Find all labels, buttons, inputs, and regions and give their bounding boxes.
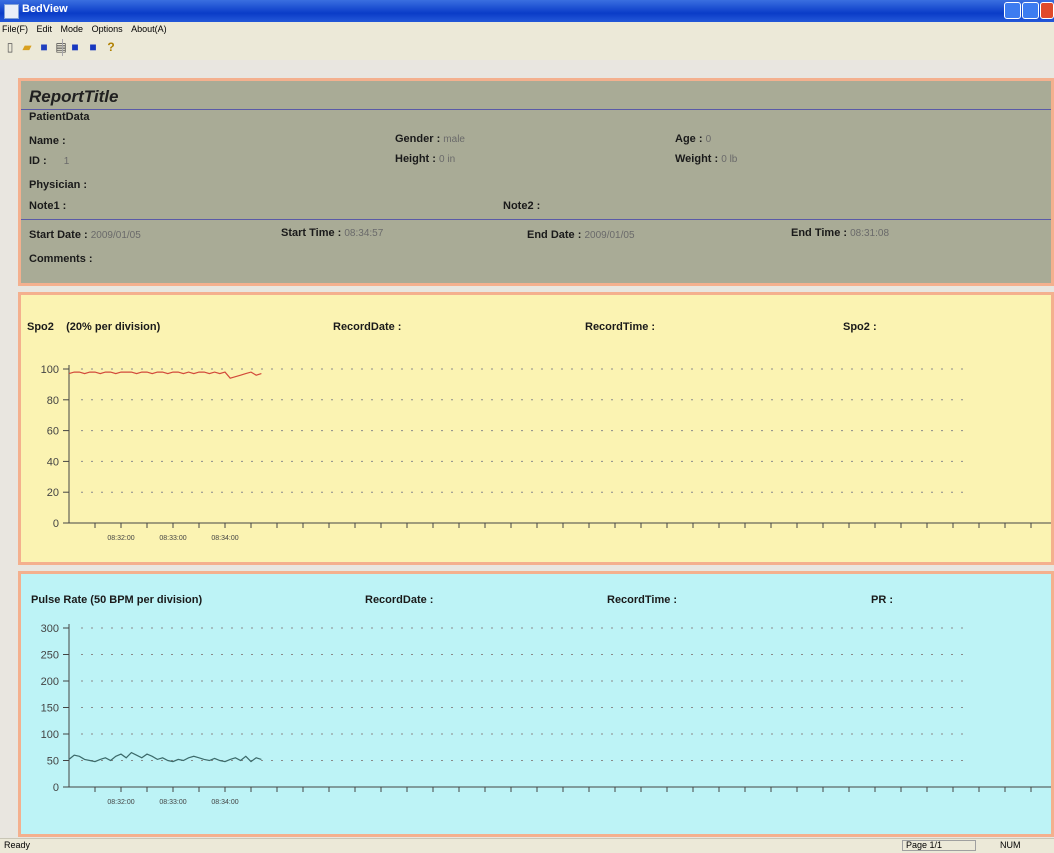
spo2-series-line xyxy=(68,371,262,379)
maximize-button[interactable] xyxy=(1022,2,1039,19)
pr-y-tick-label: 200 xyxy=(41,676,59,688)
print-icon[interactable]: ▤ xyxy=(54,40,68,54)
pr-x-tick-label: 08:33:00 xyxy=(159,799,186,806)
pr-y-tick-label: 250 xyxy=(41,650,59,662)
age-label: Age : 0 xyxy=(675,133,712,145)
comments-label: Comments : xyxy=(29,253,93,265)
start-date-value: 2009/01/05 xyxy=(90,230,141,241)
physician-label: Physician : xyxy=(29,179,88,191)
spo2-chart: 0 20 40 60 80 100 08:32:00 08:33:00 08:34:00 xyxy=(41,364,1051,542)
report-title: ReportTitle xyxy=(29,87,119,106)
pr-y-tick-label: 150 xyxy=(41,703,59,715)
id-label: ID : 1 xyxy=(29,155,70,167)
status-bar: Ready Page 1/1 NUM xyxy=(0,838,1054,853)
app-icon xyxy=(4,4,19,19)
title-divider xyxy=(21,109,1051,110)
menu-file[interactable]: File(F) xyxy=(2,24,28,34)
pr-x-tick-label: 08:34:00 xyxy=(211,799,238,806)
start-time-value: 08:34:57 xyxy=(344,228,384,239)
spo2-y-tick-label: 60 xyxy=(47,426,59,438)
status-text: Ready xyxy=(4,840,31,850)
spo2-y-tick-label: 80 xyxy=(47,395,59,407)
spo2-panel: Spo2 (20% per division) RecordDate : Rec… xyxy=(18,292,1054,565)
toolbar: ▯ ▰ ■ ▤ ■ ■ ? xyxy=(0,36,1054,61)
pr-y-tick-label: 300 xyxy=(41,623,59,635)
patient-data-panel: ReportTitle PatientData Name : Gender : … xyxy=(18,78,1054,286)
dates-divider xyxy=(21,219,1051,220)
patient-data-heading: PatientData xyxy=(29,111,90,123)
id-value: 1 xyxy=(63,156,70,167)
end-date-label: End Date : 2009/01/05 xyxy=(527,229,635,241)
menu-edit[interactable]: Edit xyxy=(37,24,53,34)
weight-label: Weight : 0 lb xyxy=(675,153,738,165)
menu-about[interactable]: About(A) xyxy=(131,24,167,34)
start-time-label: Start Time : 08:34:57 xyxy=(281,227,384,239)
spo2-x-tick-label: 08:34:00 xyxy=(211,535,238,542)
minimize-button[interactable] xyxy=(1004,2,1021,19)
save-icon[interactable]: ■ xyxy=(37,40,51,54)
spo2-y-tick-label: 20 xyxy=(47,487,59,499)
status-page: Page 1/1 xyxy=(902,840,976,851)
spo2-y-tick-label: 0 xyxy=(53,518,59,530)
end-time-label: End Time : 08:31:08 xyxy=(791,227,890,239)
menu-bar: File(F) Edit Mode Options About(A) xyxy=(0,22,1054,36)
pr-y-tick-label: 50 xyxy=(47,756,59,768)
title-bar: BedView xyxy=(0,0,1054,22)
close-button[interactable] xyxy=(1040,2,1054,19)
help-icon[interactable]: ? xyxy=(104,40,118,54)
record-icon[interactable]: ■ xyxy=(68,40,82,54)
spo2-y-tick-label: 100 xyxy=(41,364,59,376)
spo2-x-tick-label: 08:32:00 xyxy=(107,535,134,542)
end-date-value: 2009/01/05 xyxy=(584,230,635,241)
start-date-label: Start Date : 2009/01/05 xyxy=(29,229,141,241)
gender-label: Gender : male xyxy=(395,133,465,145)
pr-y-tick-label: 100 xyxy=(41,729,59,741)
spo2-y-tick-label: 40 xyxy=(47,456,59,468)
height-label: Height : 0 in xyxy=(395,153,456,165)
note1-label: Note1 : xyxy=(29,200,67,212)
toolbar-separator xyxy=(62,39,63,56)
window-title: BedView xyxy=(22,3,68,15)
end-time-value: 08:31:08 xyxy=(850,228,890,239)
pr-y-tick-label: 0 xyxy=(53,782,59,794)
height-value: 0 in xyxy=(439,154,456,165)
pulse-rate-chart: 0 50 100 150 200 250 300 08:32:00 08:33:00 08:34:… xyxy=(41,623,1051,806)
open-icon[interactable]: ▰ xyxy=(20,40,34,54)
menu-options[interactable]: Options xyxy=(92,24,123,34)
note2-label: Note2 : xyxy=(503,200,541,212)
name-label: Name : xyxy=(29,135,66,147)
stop-icon[interactable]: ■ xyxy=(86,40,100,54)
spo2-x-tick-label: 08:33:00 xyxy=(159,535,186,542)
age-value: 0 xyxy=(705,134,712,145)
pr-x-tick-label: 08:32:00 xyxy=(107,799,134,806)
gender-value: male xyxy=(443,134,465,145)
pulse-rate-panel: Pulse Rate (50 BPM per division) RecordD… xyxy=(18,571,1054,837)
status-num: NUM xyxy=(1000,840,1021,850)
weight-value: 0 lb xyxy=(721,154,738,165)
menu-mode[interactable]: Mode xyxy=(61,24,84,34)
new-icon[interactable]: ▯ xyxy=(3,40,17,54)
